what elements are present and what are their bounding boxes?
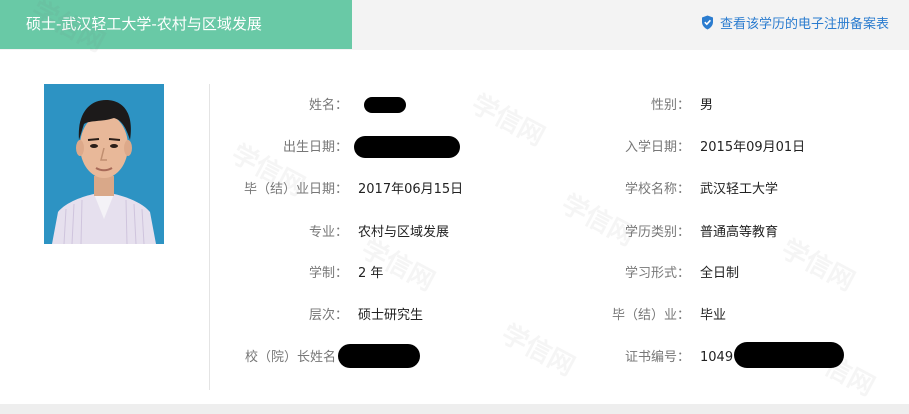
degree-title-tab[interactable]: 硕士-武汉轻工大学-农村与区域发展 [0, 0, 352, 49]
school-name-value: 武汉轻工大学 [700, 182, 779, 197]
verify-registration-link[interactable]: 查看该学历的电子注册备案表 [701, 12, 889, 32]
redaction-mark [338, 344, 420, 368]
graduation-status-value: 毕业 [700, 308, 727, 323]
name-label: 姓名： [308, 98, 348, 113]
enrollment-date-label: 入学日期： [624, 140, 690, 155]
study-mode-label: 学习形式： [624, 266, 690, 281]
enrollment-date-value: 2015年09月01日 [700, 140, 806, 155]
major-value: 农村与区域发展 [358, 225, 450, 240]
student-photo [44, 84, 164, 244]
president-name-label: 校（院）长姓名 [244, 350, 336, 365]
gender-label: 性别： [650, 98, 690, 113]
redaction-mark [364, 97, 406, 113]
study-mode-value: 全日制 [700, 266, 740, 281]
education-type-label: 学历类别： [624, 225, 690, 240]
redaction-mark [354, 136, 460, 158]
major-label: 专业： [308, 225, 348, 240]
level-value: 硕士研究生 [358, 308, 424, 323]
graduation-date-label: 毕（结）业日期： [243, 182, 348, 197]
redaction-mark [734, 342, 844, 368]
birth-date-label: 出生日期： [282, 140, 348, 155]
education-type-value: 普通高等教育 [700, 225, 779, 240]
level-label: 层次： [308, 308, 348, 323]
duration-value: 2 年 [358, 266, 384, 281]
gender-value: 男 [700, 98, 714, 113]
bottom-bar [0, 404, 909, 414]
graduation-date-value: 2017年06月15日 [358, 182, 464, 197]
shield-check-icon [701, 15, 714, 30]
verify-link-label: 查看该学历的电子注册备案表 [719, 16, 889, 32]
certificate-number-label: 证书编号： [624, 350, 690, 365]
vertical-divider [209, 84, 210, 390]
school-name-label: 学校名称： [624, 182, 690, 197]
portrait-image [44, 84, 164, 244]
duration-label: 学制： [308, 266, 348, 281]
graduation-status-label: 毕（结）业： [611, 308, 690, 323]
